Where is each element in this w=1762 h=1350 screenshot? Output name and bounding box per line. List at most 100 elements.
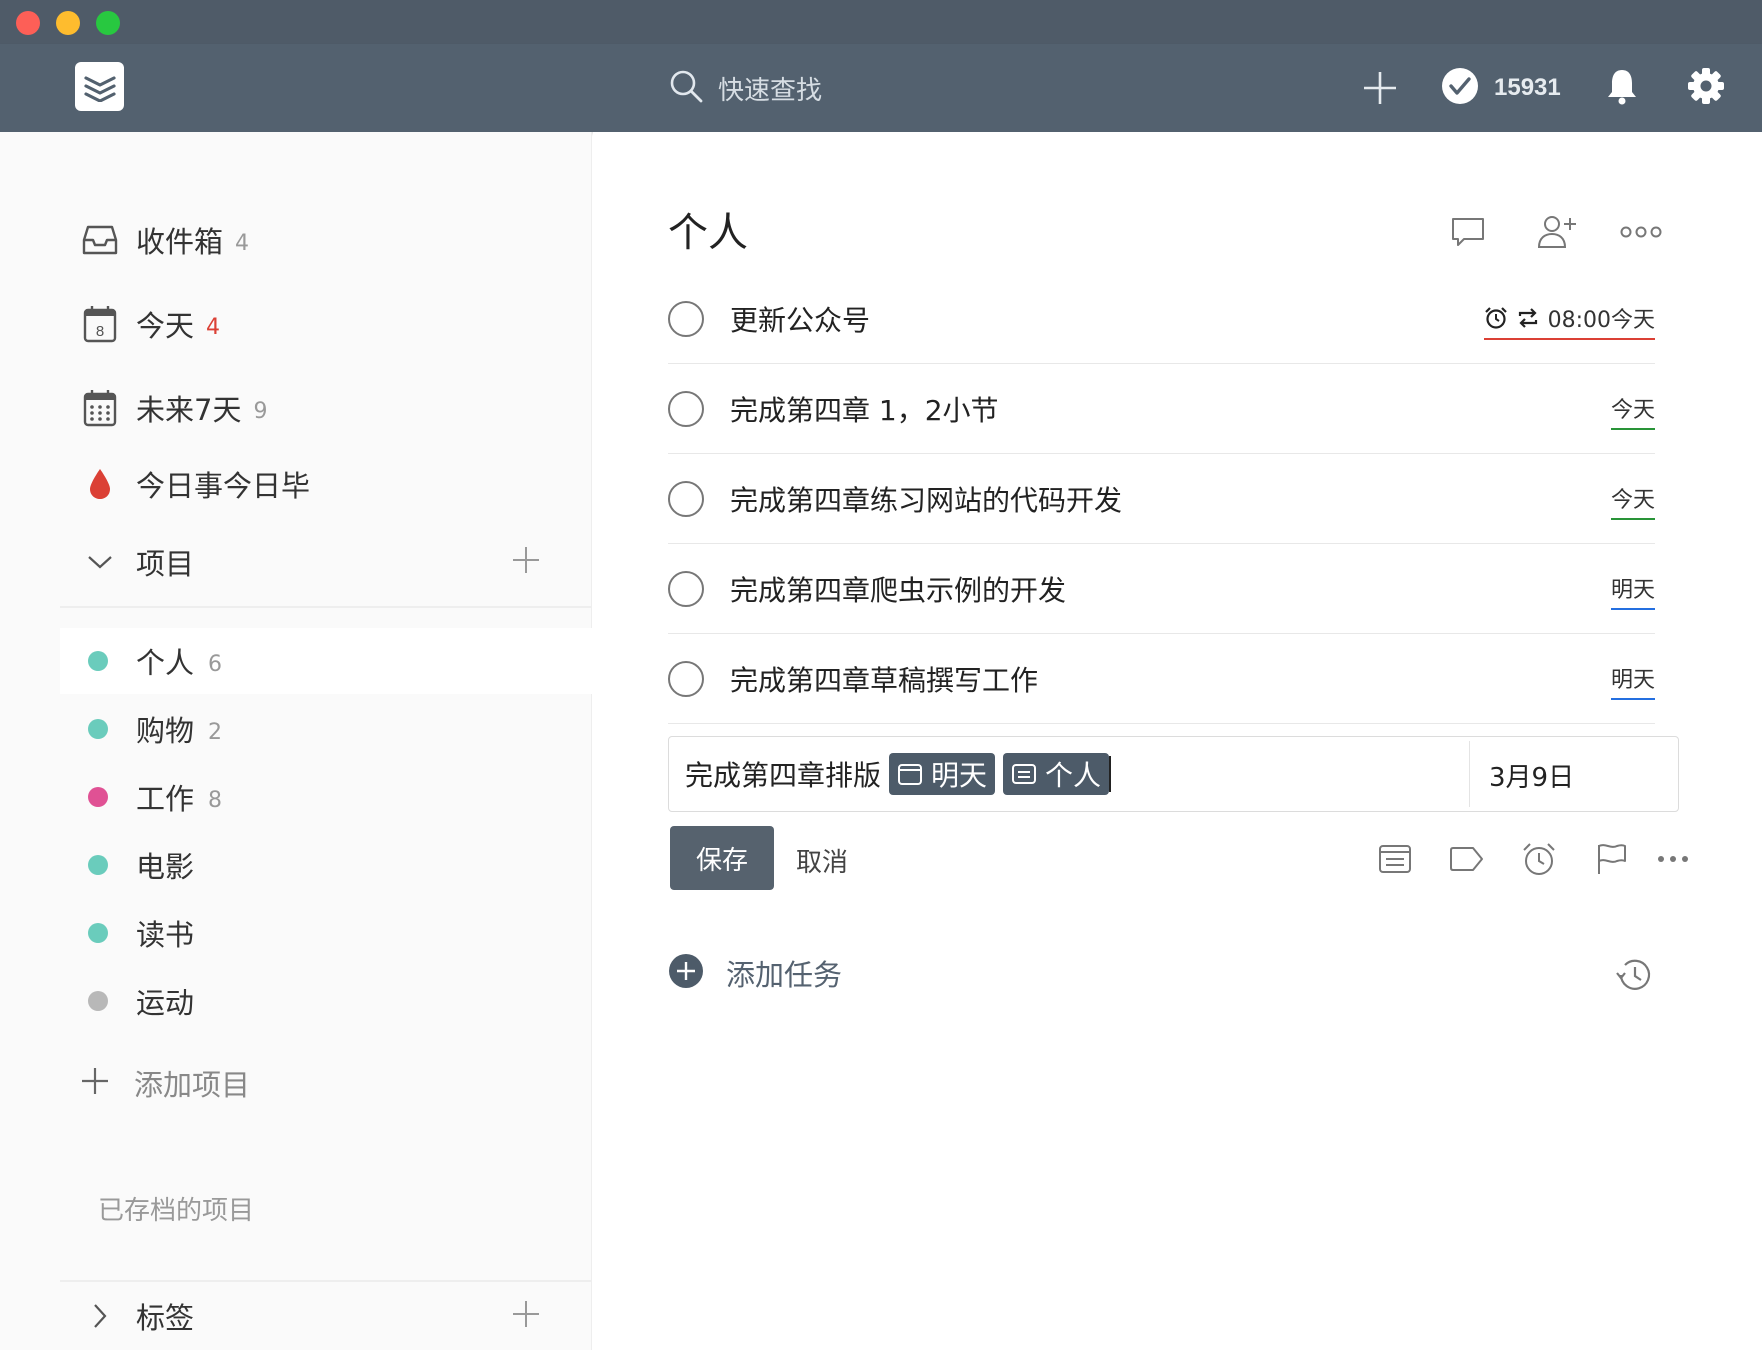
task-row[interactable]: 完成第四章练习网站的代码开发 今天 <box>668 454 1655 544</box>
task-editor[interactable]: 完成第四章排版 明天 个人 3月9日 <box>668 736 1679 812</box>
project-item-shopping[interactable]: 购物 2 <box>60 696 592 762</box>
minimize-window-button[interactable] <box>56 11 80 35</box>
gear-icon[interactable] <box>1686 66 1726 106</box>
task-row[interactable]: 完成第四章 1，2小节 今天 <box>668 364 1655 454</box>
sidebar-divider <box>60 606 592 608</box>
share-add-person-icon[interactable] <box>1537 212 1577 252</box>
add-project-label: 添加项目 <box>134 1068 251 1102</box>
karma-count[interactable]: 15931 <box>1494 74 1561 102</box>
project-label: 读书 <box>136 918 195 952</box>
project-chip[interactable]: 个人 <box>1003 753 1110 795</box>
task-checkbox[interactable] <box>668 390 704 427</box>
task-checkbox[interactable] <box>668 300 704 337</box>
task-due-date[interactable]: 08:00今天 <box>1483 302 1655 340</box>
top-bar: 快速查找 15931 <box>0 44 1762 132</box>
sidebar-item-count: 4 <box>235 230 250 256</box>
task-checkbox[interactable] <box>668 480 704 517</box>
sidebar-divider <box>60 1280 592 1282</box>
task-label[interactable]: 完成第四章爬虫示例的开发 <box>730 569 1066 609</box>
project-icon <box>1012 764 1037 784</box>
save-button[interactable]: 保存 <box>670 826 774 890</box>
text-caret <box>1109 756 1112 792</box>
project-item-sports[interactable]: 运动 <box>60 968 592 1034</box>
task-due-date[interactable]: 今天 <box>1610 482 1655 520</box>
calendar-week-icon <box>76 384 124 432</box>
logo-icon[interactable] <box>75 62 124 111</box>
project-color-dot <box>88 651 108 671</box>
zoom-window-button[interactable] <box>96 11 120 35</box>
task-due-date[interactable]: 明天 <box>1610 662 1655 700</box>
project-item-personal[interactable]: 个人 6 <box>60 628 592 694</box>
cancel-button[interactable]: 取消 <box>796 842 848 879</box>
sidebar-item-label: 今日事今日毕 <box>136 469 311 503</box>
project-label: 购物 <box>136 714 195 748</box>
task-due-date[interactable]: 明天 <box>1610 572 1655 610</box>
bell-icon[interactable] <box>1602 66 1642 106</box>
project-color-dot <box>88 719 108 739</box>
sidebar-item-inbox[interactable]: 收件箱 4 <box>60 212 249 268</box>
date-chip[interactable]: 明天 <box>889 753 996 795</box>
sidebar-item-today[interactable]: 8 今天 4 <box>60 296 220 352</box>
alarm-icon <box>1484 307 1507 329</box>
calendar-icon <box>898 764 923 785</box>
project-item-work[interactable]: 工作 8 <box>60 764 592 830</box>
task-row[interactable]: 完成第四章草稿撰写工作 明天 <box>668 634 1655 724</box>
main-content: 个人 更新公众号 08:00今天 完成第四章 1，2小节 今天 完成第四章练习网… <box>593 132 1762 1350</box>
project-color-dot <box>88 787 108 807</box>
drop-icon <box>76 460 124 508</box>
sidebar-item-label: 收件箱 <box>136 225 224 259</box>
due-date-field[interactable]: 3月9日 <box>1489 757 1574 794</box>
recurring-icon <box>1518 308 1537 328</box>
sidebar-item-daily-filter[interactable]: 今日事今日毕 <box>60 456 310 512</box>
chevron-right-icon[interactable] <box>76 1292 124 1340</box>
task-label[interactable]: 更新公众号 <box>730 299 870 339</box>
task-row[interactable]: 完成第四章爬虫示例的开发 明天 <box>668 544 1655 634</box>
plus-icon <box>80 1066 110 1100</box>
sidebar-item-label: 今天 <box>136 309 195 343</box>
task-checkbox[interactable] <box>668 660 704 697</box>
karma-check-icon[interactable] <box>1440 66 1480 106</box>
more-actions-icon[interactable] <box>1652 838 1694 880</box>
chevron-down-icon[interactable] <box>76 538 124 586</box>
labels-section-label: 标签 <box>136 1301 195 1335</box>
projects-section-label: 项目 <box>136 547 195 581</box>
add-project-plus-icon[interactable] <box>510 544 546 580</box>
project-chip-label: 个人 <box>1045 759 1102 792</box>
close-window-button[interactable] <box>16 11 40 35</box>
task-due-date[interactable]: 今天 <box>1610 392 1655 430</box>
task-editor-input[interactable]: 完成第四章排版 明天 个人 <box>685 753 1112 795</box>
task-label[interactable]: 完成第四章草稿撰写工作 <box>730 659 1038 699</box>
add-icon[interactable] <box>1358 66 1402 110</box>
priority-flag-icon[interactable] <box>1590 838 1632 880</box>
project-select-icon[interactable] <box>1374 838 1416 880</box>
task-label[interactable]: 完成第四章练习网站的代码开发 <box>730 479 1122 519</box>
search-icon <box>668 68 704 108</box>
projects-section-header[interactable]: 项目 <box>60 534 560 590</box>
archived-projects-link[interactable]: 已存档的项目 <box>98 1190 254 1227</box>
sidebar-item-next-7-days[interactable]: 未来7天 9 <box>60 380 267 436</box>
add-project-button[interactable]: 添加项目 <box>80 1062 250 1104</box>
sidebar-item-count: 9 <box>253 398 268 424</box>
project-label: 电影 <box>136 850 195 884</box>
task-due-label: 08:00今天 <box>1547 308 1655 333</box>
reminder-alarm-icon[interactable] <box>1518 838 1560 880</box>
search-input[interactable]: 快速查找 <box>718 70 822 107</box>
project-item-reading[interactable]: 读书 <box>60 900 592 966</box>
task-row[interactable]: 更新公众号 08:00今天 <box>668 274 1655 364</box>
project-color-dot <box>88 991 108 1011</box>
task-editor-text: 完成第四章排版 <box>685 759 882 792</box>
page-title: 个人 <box>668 210 748 256</box>
task-label[interactable]: 完成第四章 1，2小节 <box>730 389 999 429</box>
more-options-icon[interactable] <box>1617 212 1665 252</box>
add-label-plus-icon[interactable] <box>510 1298 546 1334</box>
label-tag-icon[interactable] <box>1446 838 1488 880</box>
add-task-button[interactable]: 添加任务 <box>668 952 842 994</box>
add-circle-icon <box>668 953 704 993</box>
project-item-movies[interactable]: 电影 <box>60 832 592 898</box>
search-bar[interactable]: 快速查找 <box>668 64 822 112</box>
task-checkbox[interactable] <box>668 570 704 607</box>
comment-icon[interactable] <box>1448 212 1488 252</box>
history-icon[interactable] <box>1613 954 1657 998</box>
project-label: 个人 <box>136 646 195 680</box>
labels-section-header[interactable]: 标签 <box>60 1288 560 1344</box>
